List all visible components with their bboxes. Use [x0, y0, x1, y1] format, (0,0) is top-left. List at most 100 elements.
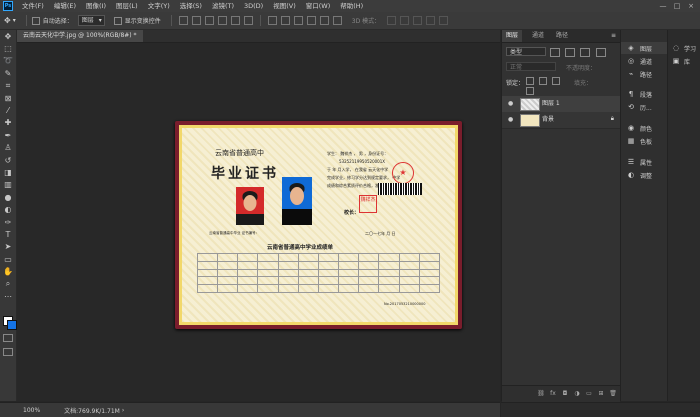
- new-layer-icon[interactable]: ⊞: [596, 389, 606, 399]
- move-tool-icon[interactable]: ✥ ▾: [4, 16, 16, 25]
- 3d-drag-icon[interactable]: [413, 16, 423, 25]
- eyedropper-tool-icon[interactable]: ⁄: [0, 104, 16, 116]
- visibility-eye-icon[interactable]: ●: [508, 100, 513, 107]
- hand-tool-icon[interactable]: ✋: [0, 265, 16, 277]
- move-tool-icon[interactable]: ✥: [0, 30, 16, 42]
- mask-icon[interactable]: ◘: [560, 389, 570, 399]
- document-tab[interactable]: 云南云天化中学.jpg @ 100%(RGB/8#) *: [17, 30, 143, 42]
- group-icon[interactable]: ▭: [584, 389, 594, 399]
- 3d-rotate-icon[interactable]: [387, 16, 397, 25]
- background-color-swatch[interactable]: [7, 320, 17, 330]
- layers-icon: ◈: [628, 44, 634, 52]
- dock-properties[interactable]: ☰ 属性: [621, 156, 667, 168]
- tab-channels[interactable]: 通道: [528, 30, 548, 42]
- history-brush-tool-icon[interactable]: ↺: [0, 154, 16, 166]
- zoom-level[interactable]: 100%: [23, 407, 40, 414]
- align-right-icon[interactable]: [243, 16, 253, 25]
- align-center-icon[interactable]: [230, 16, 240, 25]
- menu-select[interactable]: 选择(S): [175, 0, 207, 12]
- blend-mode-dropdown[interactable]: 正常: [506, 62, 556, 71]
- distribute-icon[interactable]: [306, 16, 316, 25]
- distribute-icon[interactable]: [280, 16, 290, 25]
- layer-row[interactable]: ● 背景 🔒︎: [502, 112, 620, 129]
- menu-help[interactable]: 帮助(H): [335, 0, 368, 12]
- gradient-tool-icon[interactable]: ▥: [0, 179, 16, 191]
- menu-file[interactable]: 文件(F): [17, 0, 49, 12]
- healing-brush-tool-icon[interactable]: ✚: [0, 117, 16, 129]
- menu-filter[interactable]: 滤镜(T): [207, 0, 239, 12]
- align-middle-icon[interactable]: [191, 16, 201, 25]
- menu-layer[interactable]: 图层(L): [111, 0, 143, 12]
- menu-3d[interactable]: 3D(D): [239, 0, 268, 12]
- dock-color[interactable]: ◉ 颜色: [621, 122, 667, 134]
- brush-tool-icon[interactable]: ✒: [0, 129, 16, 141]
- distribute-icon[interactable]: [267, 16, 277, 25]
- align-top-icon[interactable]: [178, 16, 188, 25]
- dock-history[interactable]: ⟲ 历...: [621, 101, 667, 113]
- dodge-tool-icon[interactable]: ◐: [0, 203, 16, 215]
- visibility-eye-icon[interactable]: ●: [508, 116, 513, 123]
- layer-row[interactable]: ● 图层 1: [502, 96, 620, 113]
- tab-layers[interactable]: 图层: [502, 30, 523, 42]
- menu-view[interactable]: 视图(V): [268, 0, 301, 12]
- lasso-tool-icon[interactable]: ➰: [0, 55, 16, 67]
- menu-type[interactable]: 文字(Y): [143, 0, 175, 12]
- path-selection-tool-icon[interactable]: ➤: [0, 241, 16, 253]
- screen-mode-icon[interactable]: [3, 348, 13, 356]
- panel-menu-icon[interactable]: ≡: [611, 32, 616, 39]
- type-tool-icon[interactable]: T: [0, 228, 16, 240]
- close-button[interactable]: ×: [684, 0, 698, 12]
- auto-select-dropdown[interactable]: 图层: [77, 15, 105, 26]
- 3d-slide-icon[interactable]: [426, 16, 436, 25]
- show-transform-checkbox[interactable]: [113, 16, 122, 25]
- menu-window[interactable]: 窗口(W): [301, 0, 336, 12]
- quick-mask-icon[interactable]: [3, 334, 13, 342]
- dock-paths[interactable]: ⌁ 路径: [621, 68, 667, 80]
- minimize-button[interactable]: —: [656, 0, 670, 12]
- fx-icon[interactable]: fx: [548, 389, 558, 399]
- dock-paragraph[interactable]: ¶ 段落: [621, 88, 667, 100]
- distribute-icon[interactable]: [319, 16, 329, 25]
- filter-icons[interactable]: [550, 48, 610, 57]
- 3d-roll-icon[interactable]: [400, 16, 410, 25]
- eraser-tool-icon[interactable]: ◨: [0, 166, 16, 178]
- pen-tool-icon[interactable]: ✑: [0, 216, 16, 228]
- maximize-button[interactable]: □: [670, 0, 684, 12]
- fill-label: 填充：: [574, 80, 593, 87]
- rectangle-tool-icon[interactable]: ▭: [0, 253, 16, 265]
- auto-select-checkbox[interactable]: [31, 16, 40, 25]
- kind-filter-dropdown[interactable]: 类型: [506, 47, 546, 56]
- clone-stamp-tool-icon[interactable]: ♙: [0, 142, 16, 154]
- adjustment-icon[interactable]: ◑: [572, 389, 582, 399]
- menu-image[interactable]: 图像(I): [81, 0, 111, 12]
- divider: [259, 15, 261, 26]
- align-bottom-icon[interactable]: [204, 16, 214, 25]
- lock-icons[interactable]: [526, 77, 568, 95]
- zoom-tool-icon[interactable]: ⌕: [0, 278, 16, 290]
- distribute-icon[interactable]: [293, 16, 303, 25]
- grade-table: [196, 253, 441, 293]
- menu-edit[interactable]: 编辑(E): [49, 0, 81, 12]
- tab-paths[interactable]: 路径: [552, 30, 572, 42]
- delete-icon[interactable]: 🗑︎: [608, 389, 618, 399]
- link-icon[interactable]: ⛓: [536, 389, 546, 399]
- marquee-tool-icon[interactable]: ⬚: [0, 42, 16, 54]
- distribute-icon[interactable]: [332, 16, 342, 25]
- learn-icon: ◌: [672, 44, 680, 52]
- blur-tool-icon[interactable]: ●: [0, 191, 16, 203]
- auto-select-option[interactable]: 自动选择：: [31, 16, 73, 25]
- align-left-icon[interactable]: [217, 16, 227, 25]
- quick-select-tool-icon[interactable]: ✎: [0, 67, 16, 79]
- dock-channels[interactable]: ◎ 通道: [621, 55, 667, 67]
- status-menu-icon[interactable]: ›: [122, 407, 124, 414]
- dock-library[interactable]: ▣ 库: [668, 55, 700, 67]
- dock-learn[interactable]: ◌ 学习: [668, 42, 700, 54]
- dock-layers[interactable]: ◈ 图层: [621, 42, 667, 54]
- dock-adjustments[interactable]: ◐ 调整: [621, 169, 667, 181]
- frame-tool-icon[interactable]: ⊠: [0, 92, 16, 104]
- crop-tool-icon[interactable]: ⌗: [0, 80, 16, 92]
- show-transform-option[interactable]: 显示变换控件: [113, 16, 161, 25]
- 3d-scale-icon[interactable]: [439, 16, 449, 25]
- more-tools-icon[interactable]: ⋯: [0, 290, 16, 302]
- dock-swatches[interactable]: ▦ 色板: [621, 135, 667, 147]
